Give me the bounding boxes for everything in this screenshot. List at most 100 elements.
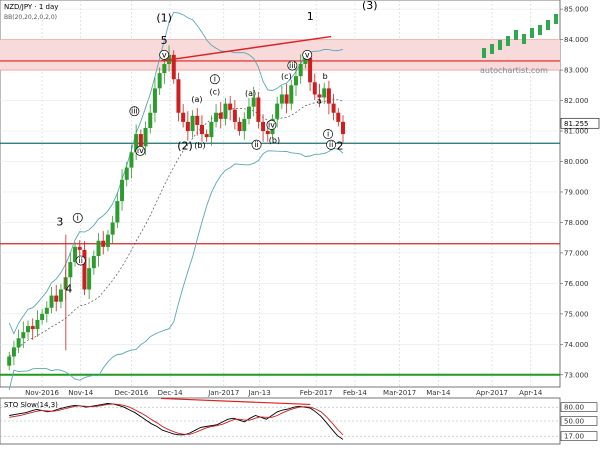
y-tick-label: 85.000 bbox=[564, 6, 589, 14]
x-tick-label: Dec-14 bbox=[158, 389, 184, 397]
wave-label: (2) bbox=[177, 139, 193, 152]
sto-tick-label: 50.00 bbox=[564, 418, 584, 426]
circle-wave-text: iv bbox=[137, 146, 144, 155]
circle-wave-label: ii bbox=[326, 139, 337, 150]
wave-label: 5 bbox=[161, 34, 168, 47]
paren-wave-label: (c) bbox=[281, 72, 292, 81]
candle-body bbox=[35, 319, 40, 330]
wave-label: 4 bbox=[65, 283, 72, 296]
x-tick-label: Nov-2016 bbox=[25, 389, 59, 397]
x-tick-label: Apr-2017 bbox=[476, 389, 508, 397]
candle-body bbox=[214, 112, 219, 122]
circle-wave-label: iii bbox=[287, 60, 298, 71]
candle-body bbox=[16, 338, 21, 348]
candle-body bbox=[138, 134, 143, 147]
circle-wave-text: iv bbox=[268, 120, 275, 129]
sto-tick-label: 17.00 bbox=[564, 433, 584, 441]
candle-body bbox=[7, 356, 12, 366]
candle-body bbox=[322, 88, 327, 98]
paren-wave-label: (a) bbox=[191, 95, 202, 104]
candle bbox=[171, 50, 176, 84]
x-tick-label: Jan-13 bbox=[247, 389, 270, 397]
logo-bar bbox=[514, 30, 518, 40]
y-tick-label: 79.000 bbox=[564, 188, 589, 196]
symbol-label: NZD/JPY · 1 day bbox=[4, 3, 58, 11]
circle-wave-label: i bbox=[323, 129, 334, 140]
circle-wave-label: iii bbox=[129, 106, 140, 117]
circle-wave-label: iv bbox=[135, 145, 146, 156]
candle-body bbox=[331, 103, 336, 113]
candle-body bbox=[190, 115, 195, 132]
candle-body bbox=[101, 240, 106, 247]
logo-bar bbox=[522, 34, 526, 44]
candle-body bbox=[256, 97, 261, 122]
candle-body bbox=[49, 295, 54, 308]
logo-bar bbox=[498, 40, 502, 50]
y-tick-label: 74.000 bbox=[564, 341, 589, 349]
circle-wave-text: v bbox=[305, 50, 310, 59]
circle-wave-label: i bbox=[72, 212, 83, 223]
candle-body bbox=[326, 88, 331, 104]
candle-body bbox=[265, 131, 270, 135]
y-tick-label: 81.000 bbox=[564, 128, 589, 136]
candle-body bbox=[228, 103, 233, 110]
wave-label: 1 bbox=[307, 10, 314, 23]
candle-body bbox=[91, 255, 96, 269]
logo-bar bbox=[538, 25, 542, 35]
logo-bar bbox=[490, 44, 494, 54]
indicator-label: BB(20,20,2,0,2,0) bbox=[4, 14, 57, 21]
candle-body bbox=[289, 85, 294, 104]
candle-body bbox=[181, 112, 186, 122]
candle-body bbox=[148, 112, 153, 128]
candle-body bbox=[96, 240, 101, 256]
candle-body bbox=[199, 124, 204, 135]
candle-body bbox=[115, 201, 120, 223]
circle-wave-label: ii bbox=[75, 255, 86, 266]
x-tick-label: Nov-14 bbox=[68, 389, 93, 397]
candle-body bbox=[275, 103, 280, 119]
candle-body bbox=[21, 332, 26, 339]
y-tick-label: 84.000 bbox=[564, 36, 589, 44]
candle-body bbox=[218, 112, 223, 119]
wave-label: 3 bbox=[56, 215, 63, 228]
y-tick-label: 80.000 bbox=[564, 158, 589, 166]
candle-body bbox=[223, 103, 228, 119]
candle-body bbox=[87, 268, 92, 290]
logo-text: autochartist.com bbox=[480, 66, 548, 75]
candle-body bbox=[298, 63, 303, 77]
candle-body bbox=[58, 289, 63, 302]
candle-body bbox=[120, 179, 125, 202]
circle-wave-text: ii bbox=[79, 256, 83, 265]
circle-wave-text: v bbox=[162, 50, 167, 59]
candle-body bbox=[312, 82, 317, 95]
circle-wave-label: v bbox=[302, 49, 313, 60]
x-tick-label: Feb-14 bbox=[343, 389, 367, 397]
candle-body bbox=[284, 94, 289, 104]
circle-wave-text: ii bbox=[329, 140, 333, 149]
candle-body bbox=[40, 313, 45, 320]
chart-stage: (1) 5 1 (3) 3 4 (2) 2 v iii iv i ii i ii iii iv v i ii (a) (b… bbox=[0, 0, 600, 450]
x-tick-label: Mar-14 bbox=[426, 389, 451, 397]
candle-body bbox=[110, 222, 115, 235]
candle-body bbox=[308, 57, 313, 83]
y-tick-label: 76.000 bbox=[564, 280, 589, 288]
paren-wave-label: (a) bbox=[245, 89, 256, 98]
circle-wave-text: iii bbox=[131, 107, 138, 116]
chart-svg: (1)51(3)34(2) 2viiiiviiiiiiiiiivviii(a)(b… bbox=[0, 0, 600, 450]
x-tick-label: Apr-14 bbox=[519, 389, 543, 397]
paren-wave-label: (c) bbox=[210, 87, 221, 96]
logo-bar bbox=[506, 36, 510, 46]
candle-body bbox=[242, 118, 247, 132]
candle-body bbox=[293, 76, 298, 86]
candle-body bbox=[105, 234, 110, 247]
candle-body bbox=[251, 97, 256, 107]
candle-body bbox=[237, 121, 242, 132]
paren-wave-label: b bbox=[323, 72, 328, 81]
logo-bar bbox=[546, 20, 550, 30]
wave-label: 2 bbox=[337, 139, 344, 152]
logo-bar bbox=[530, 28, 534, 38]
circle-wave-text: iii bbox=[289, 61, 296, 70]
candle-body bbox=[195, 115, 200, 125]
candle-body bbox=[279, 94, 284, 104]
sto-tick-label: 80.00 bbox=[564, 404, 584, 412]
